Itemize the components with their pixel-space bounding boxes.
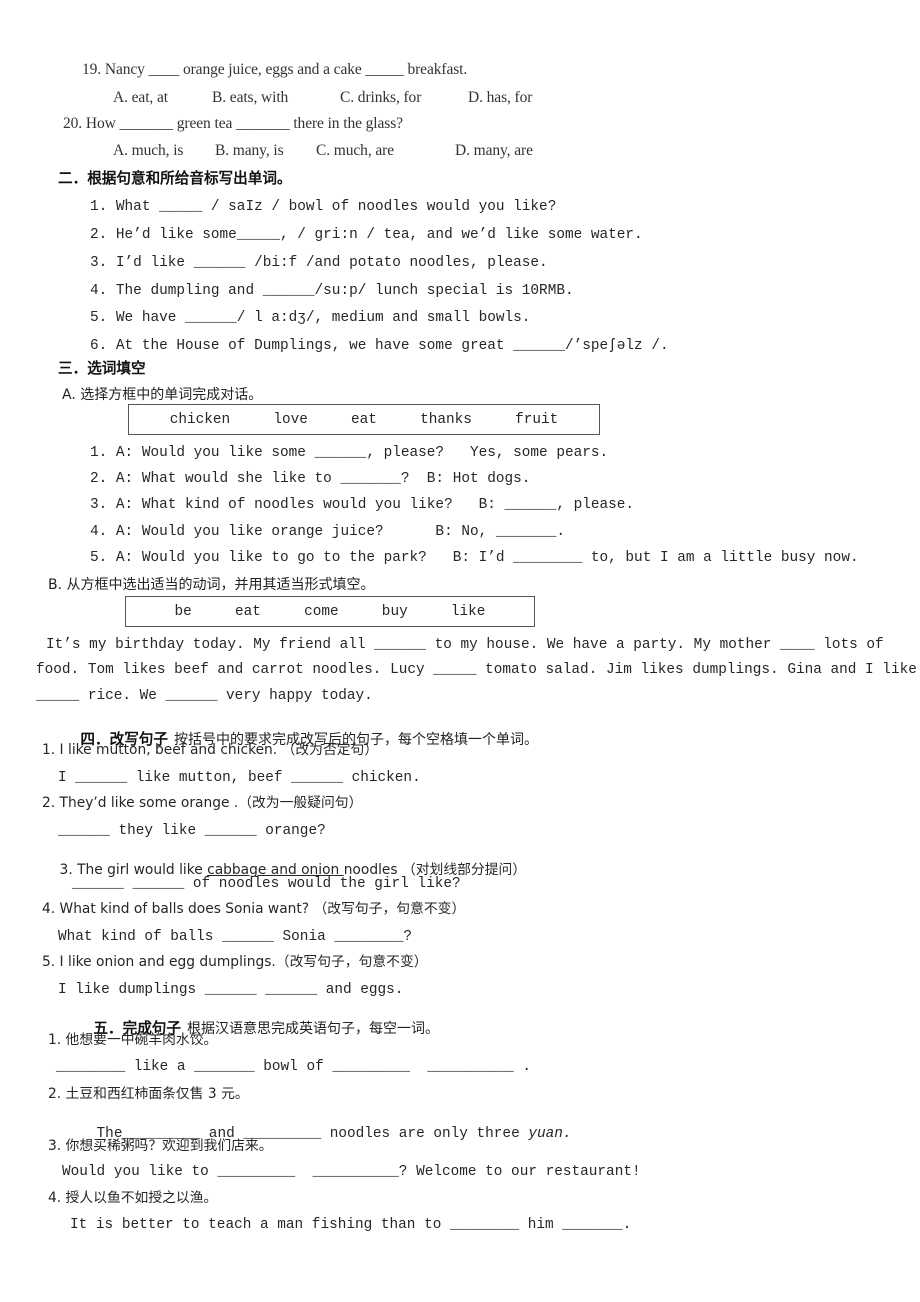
mc-item-20-option-b: B. many, is	[215, 142, 284, 159]
section-five-item-1-chinese: 1. 他想要一中碗羊肉水饺。	[48, 1032, 218, 1048]
section-three-a-item-5: 5. A: Would you like to go to the park? …	[90, 550, 859, 566]
section-three-heading: 三．选词填空	[58, 360, 146, 377]
section-two-item-3: 3. I’d like ______ /bi:f /and potato noo…	[90, 255, 548, 271]
section-four-item-4-prompt: 4. What kind of balls does Sonia want? （…	[42, 901, 466, 917]
section-four-item-2-prompt: 2. They’d like some orange .（改为一般疑问句）	[42, 795, 363, 811]
section-four-item-5-answer: I like dumplings ______ ______ and eggs.	[58, 982, 404, 998]
section-four-item-5-prompt: 5. I like onion and egg dumplings.（改写句子，…	[42, 954, 428, 970]
section-five-item-4-english: It is better to teach a man fishing than…	[70, 1217, 632, 1233]
worksheet-page: 19. Nancy ____ orange juice, eggs and a …	[0, 0, 920, 1302]
mc-item-20-option-c: C. much, are	[316, 142, 394, 159]
section-two-item-5: 5. We have ______/ l a:dʒ/, medium and s…	[90, 310, 531, 326]
mc-item-20-stem: 20. How _______ green tea _______ there …	[63, 115, 403, 132]
section-five-item-4-chinese: 4. 授人以鱼不如授之以渔。	[48, 1190, 218, 1206]
mc-item-19-stem: 19. Nancy ____ orange juice, eggs and a …	[82, 61, 468, 78]
section-three-b-paragraph-line-1: It’s my birthday today. My friend all __…	[46, 637, 884, 653]
section-four-item-1-answer: I ______ like mutton, beef ______ chicke…	[58, 770, 421, 786]
section-two-heading: 二．根据句意和所给音标写出单词。	[58, 170, 292, 187]
section-two-item-4: 4. The dumpling and ______/su:p/ lunch s…	[90, 283, 574, 299]
section-five-heading-rest: 根据汉语意思完成英语句子，每空一词。	[186, 1021, 439, 1037]
word-bank-box-b: be eat come buy like	[125, 596, 535, 627]
section-four-item-4-answer: What kind of balls ______ Sonia ________…	[58, 929, 413, 945]
mc-item-19-option-d: D. has, for	[468, 89, 533, 106]
section-five-item-1-english: ________ like a _______ bowl of ________…	[56, 1059, 531, 1075]
section-three-part-a-label: A. 选择方框中的单词完成对话。	[62, 387, 263, 403]
section-three-a-item-2: 2. A: What would she like to _______? B:…	[90, 471, 531, 487]
word-bank-a-words: chicken love eat thanks fruit	[169, 411, 559, 428]
section-three-a-item-4: 4. A: Would you like orange juice? B: No…	[90, 524, 565, 540]
section-three-b-paragraph-line-2: food. Tom likes beef and carrot noodles.…	[36, 662, 917, 678]
section-three-a-item-1: 1. A: Would you like some ______, please…	[90, 445, 609, 461]
section-three-part-b-label: B. 从方框中选出适当的动词，并用其适当形式填空。	[48, 577, 375, 593]
section-five-item-2-english-italic: yuan.	[528, 1126, 572, 1143]
section-four-item-3-answer: ______ ______ of noodles would the girl …	[72, 876, 461, 892]
mc-item-19-option-a: A. eat, at	[113, 89, 168, 106]
word-bank-b-words: be eat come buy like	[174, 603, 486, 620]
section-four-item-2-answer: ______ they like ______ orange?	[58, 823, 326, 839]
section-four-item-1-prompt: 1. I like mutton, beef and chicken. （改为否…	[42, 742, 379, 758]
section-five-item-3-chinese: 3. 你想买稀粥吗？欢迎到我们店来。	[48, 1138, 273, 1154]
section-two-item-6: 6. At the House of Dumplings, we have so…	[90, 338, 669, 354]
section-three-a-item-3: 3. A: What kind of noodles would you lik…	[90, 497, 635, 513]
section-five-item-3-english: Would you like to _________ __________? …	[62, 1164, 641, 1180]
mc-item-19-option-c: C. drinks, for	[340, 89, 422, 106]
section-five-item-2-chinese: 2. 土豆和西红柿面条仅售 3 元。	[48, 1086, 249, 1102]
mc-item-20-option-d: D. many, are	[455, 142, 533, 159]
section-two-item-1: 1. What _____ / saIz / bowl of noodles w…	[90, 199, 557, 215]
word-bank-box-a: chicken love eat thanks fruit	[128, 404, 600, 435]
section-three-b-paragraph-line-3: _____ rice. We ______ very happy today.	[36, 688, 373, 704]
section-two-item-2: 2. He’d like some_____, / gri:n / tea, a…	[90, 227, 643, 243]
mc-item-20-option-a: A. much, is	[113, 142, 184, 159]
mc-item-19-option-b: B. eats, with	[212, 89, 289, 106]
